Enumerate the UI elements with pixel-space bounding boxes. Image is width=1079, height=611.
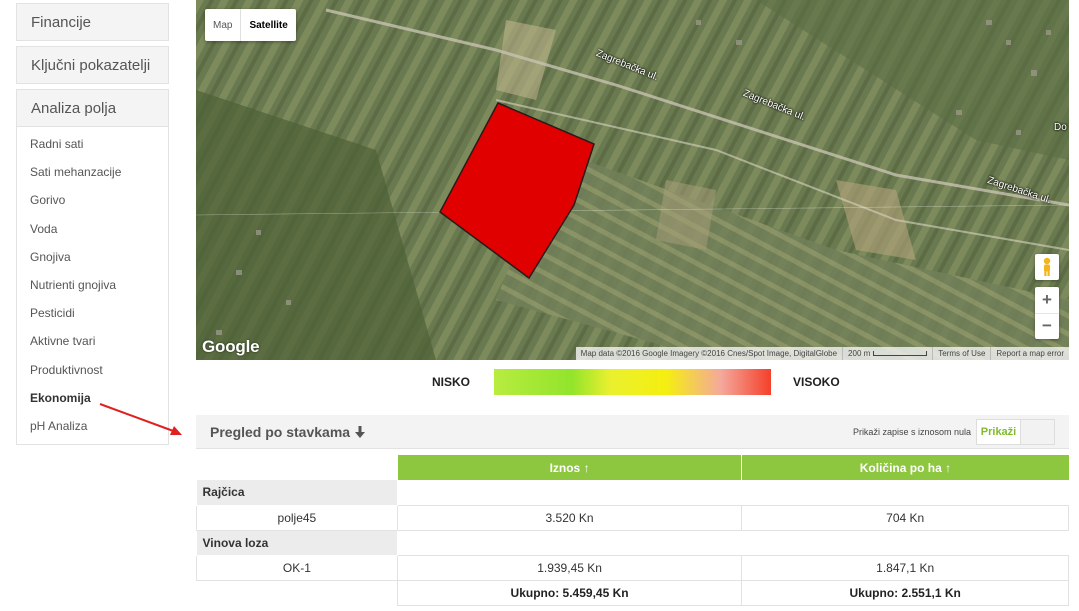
total-amount-cell: Ukupno: 5.459,45 Kn bbox=[396, 579, 743, 606]
terms-of-use-link[interactable]: Terms of Use bbox=[932, 347, 990, 360]
google-logo: Google bbox=[202, 337, 260, 356]
section-title: Pregled po stavkama bbox=[210, 423, 351, 440]
zoom-out-icon[interactable]: − bbox=[1035, 314, 1059, 340]
zero-amount-toggle[interactable]: Prikaži bbox=[976, 419, 1055, 445]
legend-gradient-bar bbox=[494, 369, 771, 395]
sub-nav-sati-mehanzacije[interactable]: Sati mehanzacije bbox=[17, 158, 168, 186]
column-header-iznos[interactable]: Iznos ↑ bbox=[396, 455, 742, 480]
nav-item-analiza-polja[interactable]: Analiza polja bbox=[16, 89, 169, 127]
table-group-row: Rajčica bbox=[196, 480, 1069, 506]
totals-blank bbox=[197, 580, 398, 605]
road-label: Do bbox=[1054, 122, 1067, 133]
sidebar: Financije Ključni pokazatelji Analiza po… bbox=[16, 3, 169, 446]
map-type-satellite-button[interactable]: Satellite bbox=[240, 9, 295, 41]
sub-nav-pesticidi[interactable]: Pesticidi bbox=[17, 299, 168, 327]
map-type-map-button[interactable]: Map bbox=[205, 9, 240, 41]
report-map-error-link[interactable]: Report a map error bbox=[990, 347, 1069, 360]
table-row: OK-1 1.939,45 Kn 1.847,1 Kn bbox=[196, 554, 1069, 581]
total-per-ha-cell: Ukupno: 2.551,1 Kn bbox=[741, 579, 1069, 606]
annotation-arrow-icon bbox=[99, 403, 182, 435]
legend-high-label: VISOKO bbox=[793, 375, 840, 389]
zoom-in-icon[interactable]: + bbox=[1035, 287, 1059, 314]
scale-bar bbox=[873, 351, 928, 356]
nav-item-label: Analiza polja bbox=[31, 99, 117, 117]
amount-cell: 1.939,45 Kn bbox=[396, 554, 743, 581]
nav-item-financije[interactable]: Financije bbox=[16, 3, 169, 41]
group-name: Rajčica bbox=[196, 480, 398, 506]
section-title-toggle[interactable]: Pregled po stavkama bbox=[210, 423, 366, 440]
sub-nav-gnojiva[interactable]: Gnojiva bbox=[17, 243, 168, 271]
sub-nav-aktivne-tvari[interactable]: Aktivne tvari bbox=[17, 327, 168, 355]
sub-nav-nutrienti-gnojiva[interactable]: Nutrienti gnojiva bbox=[17, 271, 168, 299]
table-totals-row: Ukupno: 5.459,45 Kn Ukupno: 2.551,1 Kn bbox=[197, 579, 1069, 606]
sub-nav-radni-sati[interactable]: Radni sati bbox=[17, 130, 168, 158]
sub-nav-produktivnost[interactable]: Produktivnost bbox=[17, 356, 168, 384]
toggle-off-handle[interactable] bbox=[1021, 420, 1054, 444]
satellite-imagery bbox=[196, 0, 1069, 360]
map-attribution: Map data ©2016 Google Imagery ©2016 Cnes… bbox=[575, 347, 1069, 360]
nav-item-label: Financije bbox=[31, 13, 92, 31]
map-scale-label: 200 m bbox=[848, 349, 871, 358]
economy-table: Iznos ↑ Količina po ha ↑ Rajčica polje45… bbox=[196, 455, 1069, 606]
column-header-kolicina-po-ha[interactable]: Količina po ha ↑ bbox=[741, 455, 1069, 480]
map[interactable]: Zagrebačka ul. Zagrebačka ul. Zagrebačka… bbox=[196, 0, 1069, 360]
pegman-icon[interactable] bbox=[1035, 254, 1059, 280]
group-fill bbox=[397, 530, 1069, 556]
field-name-cell: polje45 bbox=[196, 504, 398, 531]
field-name-cell: OK-1 bbox=[196, 554, 398, 581]
table-group-row: Vinova loza bbox=[196, 530, 1069, 556]
map-scale: 200 m bbox=[842, 347, 932, 360]
nav-item-kljucni-pokazatelji[interactable]: Ključni pokazatelji bbox=[16, 46, 169, 84]
arrow-down-icon bbox=[355, 425, 366, 438]
zoom-control: + − bbox=[1035, 287, 1059, 339]
per-ha-cell: 704 Kn bbox=[741, 504, 1069, 531]
toggle-on-label[interactable]: Prikaži bbox=[977, 420, 1021, 444]
table-header-blank bbox=[197, 455, 398, 480]
table-row: polje45 3.520 Kn 704 Kn bbox=[196, 504, 1069, 531]
map-type-control: Map Satellite bbox=[205, 9, 296, 41]
map-data-text: Map data ©2016 Google Imagery ©2016 Cnes… bbox=[580, 349, 838, 358]
per-ha-cell: 1.847,1 Kn bbox=[741, 554, 1069, 581]
sub-nav-gorivo[interactable]: Gorivo bbox=[17, 186, 168, 214]
nav-item-label: Ključni pokazatelji bbox=[31, 56, 151, 74]
sub-nav-voda[interactable]: Voda bbox=[17, 215, 168, 243]
group-fill bbox=[397, 480, 1069, 506]
legend-low-label: NISKO bbox=[432, 375, 471, 389]
section-header: Pregled po stavkama Prikaži zapise s izn… bbox=[196, 415, 1069, 449]
amount-cell: 3.520 Kn bbox=[396, 504, 743, 531]
zero-amount-label: Prikaži zapise s iznosom nula bbox=[852, 427, 971, 437]
group-name: Vinova loza bbox=[196, 530, 398, 556]
